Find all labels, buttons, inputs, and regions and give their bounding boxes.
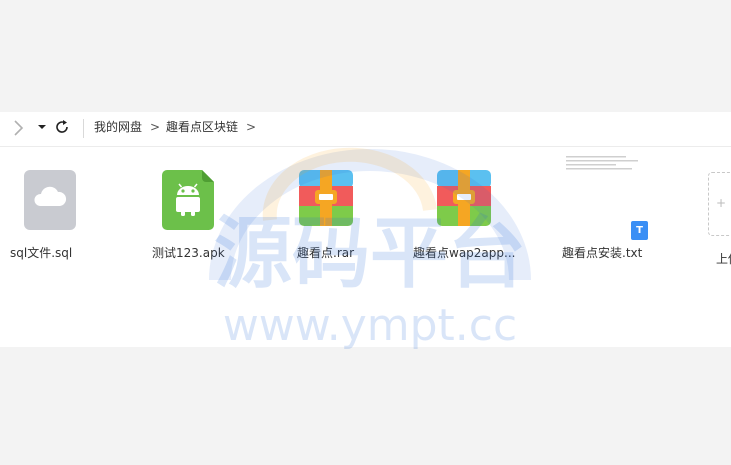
file-name: 趣看点安装.txt — [562, 246, 643, 260]
breadcrumb-root[interactable]: 我的网盘 — [94, 118, 142, 136]
breadcrumb-current[interactable]: 趣看点区块链 — [166, 118, 238, 136]
file-name: sql文件.sql — [10, 246, 73, 260]
archive-rar-icon — [299, 170, 353, 226]
toolbar-divider — [83, 119, 84, 138]
breadcrumb-separator: > — [246, 120, 257, 134]
text-preview-icon — [566, 156, 638, 170]
back-arrow-icon[interactable] — [10, 118, 26, 138]
refresh-icon[interactable] — [53, 118, 71, 136]
file-name: 趣看点wap2app... — [413, 246, 516, 260]
cloud-file-icon — [24, 170, 76, 230]
upload-label: 上传 — [716, 252, 731, 266]
file-name: 测试123.apk — [152, 246, 225, 260]
breadcrumb-separator: > — [150, 120, 161, 134]
android-apk-icon — [162, 170, 214, 230]
text-file-icon: T — [631, 221, 648, 240]
file-name: 趣看点.rar — [297, 246, 355, 260]
plus-icon: + — [716, 196, 727, 210]
dropdown-caret-icon[interactable] — [36, 121, 48, 133]
archive-rar-icon — [437, 170, 491, 226]
toolbar: 我的网盘 > 趣看点区块链 > — [0, 112, 731, 147]
file-browser-panel: 我的网盘 > 趣看点区块链 > sql文件.sql 测试123.apk 趣看点.… — [0, 112, 731, 347]
